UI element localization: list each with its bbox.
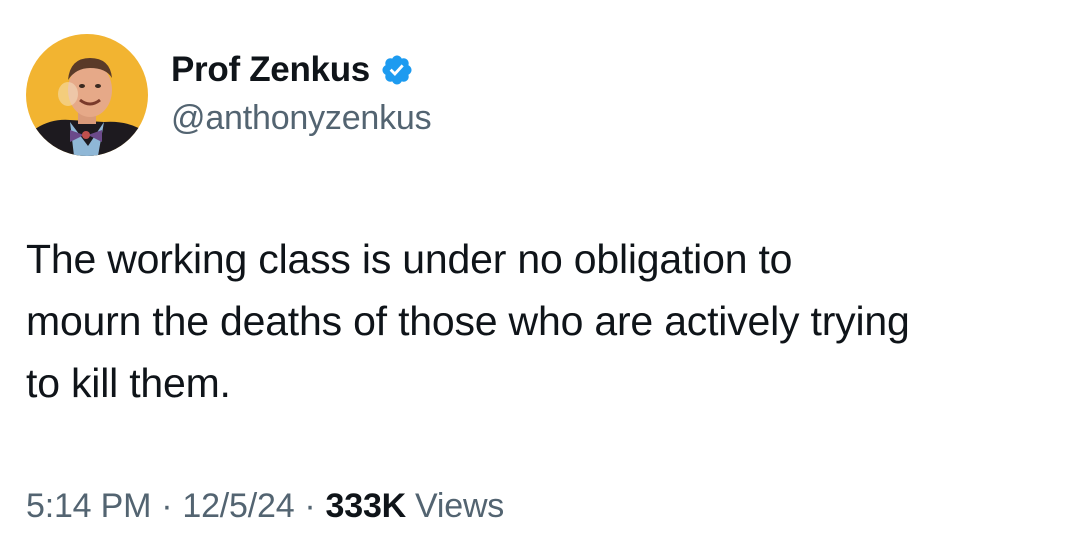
author-handle[interactable]: @anthonyzenkus (171, 99, 432, 138)
meta-separator: · (161, 487, 173, 525)
views-count[interactable]: 333K (326, 487, 407, 526)
avatar-image (26, 34, 148, 156)
tweet-meta: 5:14 PM · 12/5/24 · 333K Views (26, 487, 504, 526)
author-avatar[interactable] (26, 34, 148, 156)
meta-separator: · (304, 487, 316, 525)
author-name-row: Prof Zenkus (171, 48, 414, 92)
tweet-text: The working class is under no obligation… (26, 236, 910, 406)
tweet-card: Prof Zenkus @anthonyzenkus The working c… (0, 0, 1080, 550)
author-display-name[interactable]: Prof Zenkus (171, 50, 370, 90)
tweet-time[interactable]: 5:14 PM (26, 487, 151, 526)
tweet-date[interactable]: 12/5/24 (182, 487, 294, 526)
verified-badge-icon (380, 53, 414, 87)
views-label: Views (415, 487, 505, 525)
